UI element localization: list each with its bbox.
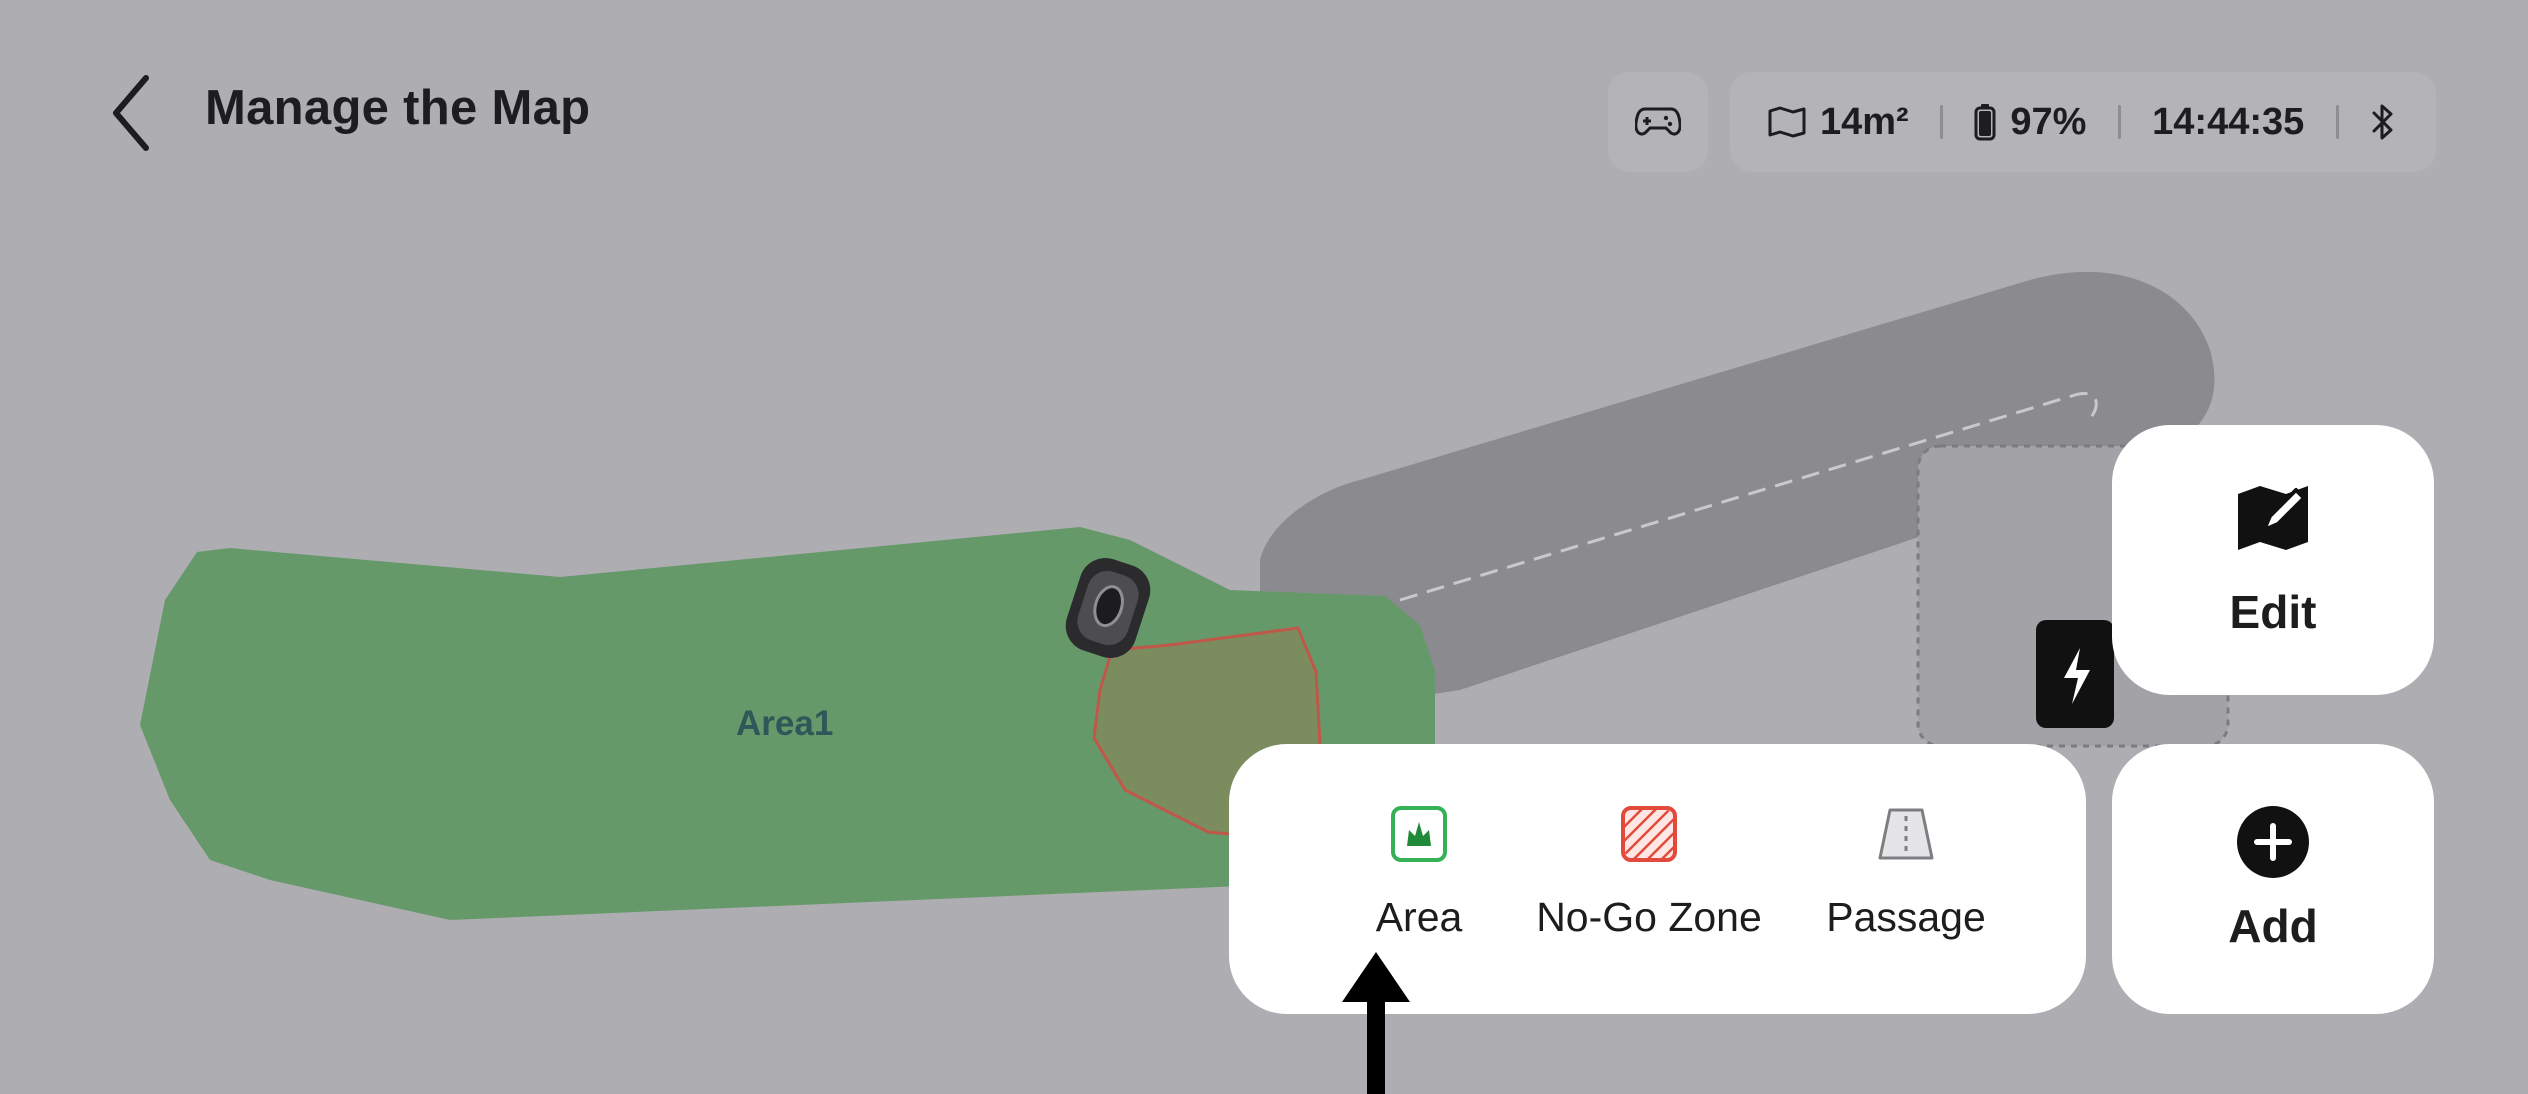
divider: [2335, 105, 2339, 139]
battery-status: 97%: [1974, 101, 2086, 144]
edit-label: Edit: [2229, 586, 2317, 638]
area-option-label: Area: [1375, 894, 1463, 940]
arrow-up-icon: [1342, 952, 1410, 1094]
header: Manage the Map 14m² 97% 14:44:35: [0, 0, 2528, 220]
area-icon: [1391, 806, 1447, 862]
battery-icon: [1974, 104, 1996, 141]
charging-station-icon[interactable]: [2036, 620, 2114, 728]
passage-icon: [1878, 808, 1934, 860]
divider: [1940, 105, 1944, 139]
passage-option-label: Passage: [1826, 894, 1986, 940]
plus-circle-icon: [2237, 806, 2309, 878]
add-label: Add: [2228, 900, 2318, 952]
map-area-status: 14m²: [1768, 101, 1909, 144]
page-title: Manage the Map: [205, 81, 591, 135]
edit-map-icon: [2238, 486, 2308, 550]
bluetooth-status: [2370, 103, 2396, 141]
battery-value: 97%: [2010, 100, 2087, 143]
edit-button[interactable]: Edit: [2112, 425, 2434, 695]
gamepad-icon: [1635, 107, 1681, 136]
area1-label: Area1: [736, 704, 834, 743]
add-passage-option[interactable]: Passage: [1806, 744, 2006, 1014]
remote-control-button[interactable]: [1608, 72, 1708, 172]
divider: [2117, 105, 2121, 139]
nogo-zone-icon: [1621, 806, 1677, 862]
add-nogo-zone-option[interactable]: No-Go Zone: [1524, 744, 1774, 1014]
add-button[interactable]: Add: [2112, 744, 2434, 1014]
status-bar: 14m² 97% 14:44:35: [1730, 72, 2436, 172]
bluetooth-icon: [2372, 104, 2393, 140]
time-value: 14:44:35: [2152, 100, 2305, 143]
clock-status: 14:44:35: [2152, 101, 2304, 144]
nogo-option-label: No-Go Zone: [1536, 894, 1762, 940]
map-area-value: 14m²: [1820, 100, 1909, 143]
map-icon: [1768, 106, 1806, 138]
chevron-left-icon: [113, 75, 149, 151]
back-button[interactable]: [100, 68, 170, 158]
